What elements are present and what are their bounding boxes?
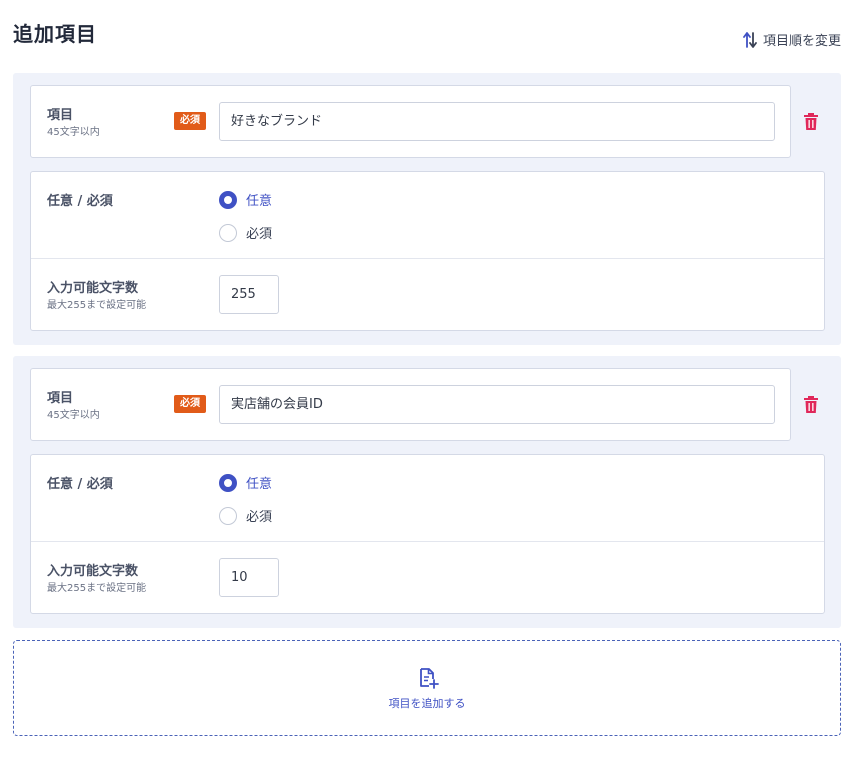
- radio-optional[interactable]: 任意: [219, 190, 272, 209]
- custom-field-block: 項目 45文字以内 必須 実店舗の会員ID 任意 / 必須 任意 必須 入力可能…: [13, 356, 841, 628]
- required-setting-label: 任意 / 必須: [47, 477, 113, 492]
- required-setting-row: 任意 / 必須 任意 必須: [31, 455, 824, 542]
- reorder-items-button[interactable]: 項目順を変更: [743, 30, 841, 49]
- required-setting-label: 任意 / 必須: [47, 194, 113, 209]
- radio-optional[interactable]: 任意: [219, 473, 272, 492]
- maxlen-hint: 最大255まで設定可能: [47, 583, 147, 594]
- radio-required[interactable]: 必須: [219, 223, 272, 242]
- item-hint: 45文字以内: [47, 410, 100, 421]
- maxlen-label: 入力可能文字数: [47, 564, 139, 579]
- field-settings-card: 任意 / 必須 任意 必須 入力可能文字数 最大255まで設定可能 10: [30, 454, 825, 614]
- maxlen-setting-row: 入力可能文字数 最大255まで設定可能 255: [31, 259, 824, 331]
- maxlen-hint: 最大255まで設定可能: [47, 300, 147, 311]
- required-badge: 必須: [174, 395, 206, 413]
- item-name-input[interactable]: 実店舗の会員ID: [219, 385, 775, 424]
- item-label: 項目: [47, 391, 74, 406]
- maxlen-input[interactable]: 10: [219, 558, 279, 597]
- file-add-icon: [420, 668, 439, 689]
- maxlen-input[interactable]: 255: [219, 275, 279, 314]
- item-name-input[interactable]: 好きなブランド: [219, 102, 775, 141]
- radio-required-label: 必須: [246, 227, 273, 242]
- maxlen-label: 入力可能文字数: [47, 281, 139, 296]
- reorder-label: 項目順を変更: [762, 34, 841, 49]
- maxlen-setting-row: 入力可能文字数 最大255まで設定可能 10: [31, 542, 824, 614]
- trash-icon[interactable]: [803, 112, 819, 132]
- page-title: 追加項目: [13, 22, 97, 46]
- trash-icon[interactable]: [803, 395, 819, 415]
- add-item-button[interactable]: 項目を追加する: [13, 640, 841, 736]
- item-label: 項目: [47, 108, 74, 123]
- custom-field-block: 項目 45文字以内 必須 好きなブランド 任意 / 必須 任意 必須 入力可能文…: [13, 73, 841, 345]
- field-settings-card: 任意 / 必須 任意 必須 入力可能文字数 最大255まで設定可能 255: [30, 171, 825, 331]
- radio-required-label: 必須: [246, 510, 273, 525]
- radio-optional-label: 任意: [246, 194, 273, 209]
- radio-checked-icon: [219, 190, 237, 209]
- radio-checked-icon: [219, 473, 237, 492]
- sort-arrows-icon: [743, 31, 757, 48]
- radio-unchecked-icon: [219, 223, 237, 242]
- required-badge: 必須: [174, 112, 206, 130]
- add-item-label: 項目を追加する: [388, 697, 466, 710]
- radio-required[interactable]: 必須: [219, 506, 272, 525]
- item-hint: 45文字以内: [47, 127, 100, 138]
- item-name-card: 項目 45文字以内 必須 好きなブランド: [30, 85, 791, 158]
- item-name-card: 項目 45文字以内 必須 実店舗の会員ID: [30, 368, 791, 441]
- page-header: 追加項目 項目順を変更: [13, 18, 841, 54]
- required-setting-row: 任意 / 必須 任意 必須: [31, 172, 824, 259]
- radio-unchecked-icon: [219, 506, 237, 525]
- radio-optional-label: 任意: [246, 477, 273, 492]
